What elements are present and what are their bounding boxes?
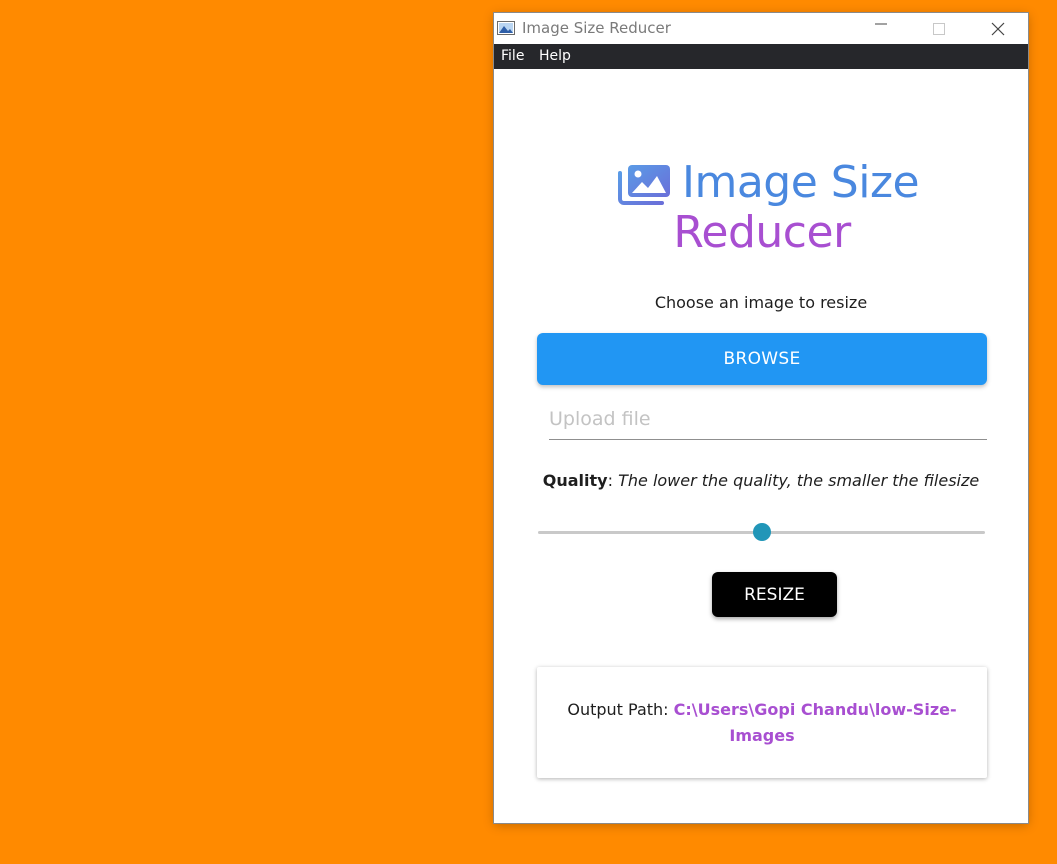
app-heading-line1: Image Size	[682, 157, 920, 208]
app-heading-line2: Reducer	[494, 207, 1028, 258]
menu-file[interactable]: File	[501, 48, 524, 64]
output-path-card: Output Path: C:\Users\Gopi Chandu\low-Si…	[537, 667, 987, 778]
maximize-button[interactable]	[910, 13, 968, 44]
choose-image-label: Choose an image to resize	[654, 293, 868, 312]
minimize-button[interactable]	[852, 13, 910, 44]
upload-file-input[interactable]	[549, 399, 987, 440]
app-window: Image Size Reducer File Help Image Size …	[494, 13, 1028, 823]
minimize-icon	[875, 23, 887, 24]
output-path-text: Output Path: C:\Users\Gopi Chandu\low-Si…	[567, 697, 957, 749]
title-bar[interactable]: Image Size Reducer	[494, 13, 1028, 44]
app-icon	[497, 21, 515, 35]
close-button[interactable]	[969, 13, 1027, 44]
close-icon	[991, 22, 1005, 35]
quality-label: Quality	[542, 471, 608, 490]
browse-button[interactable]: BROWSE	[537, 333, 987, 385]
images-icon	[618, 165, 670, 205]
resize-button[interactable]: RESIZE	[712, 572, 837, 617]
quality-slider-thumb[interactable]	[752, 523, 771, 541]
main-content: Image Size Reducer Choose an image to re…	[494, 69, 1028, 823]
maximize-icon	[933, 22, 945, 35]
quality-hint: The lower the quality, the smaller the f…	[618, 471, 980, 490]
app-heading-line2-text: Reducer	[673, 207, 851, 258]
quality-description: Quality: The lower the quality, the smal…	[542, 471, 980, 490]
window-title: Image Size Reducer	[522, 19, 671, 37]
output-path-label: Output Path:	[567, 699, 674, 719]
menu-help[interactable]: Help	[539, 48, 571, 64]
menu-bar: File Help	[494, 44, 1028, 69]
output-path-value[interactable]: C:\Users\Gopi Chandu\low-Size-Images	[674, 700, 957, 745]
